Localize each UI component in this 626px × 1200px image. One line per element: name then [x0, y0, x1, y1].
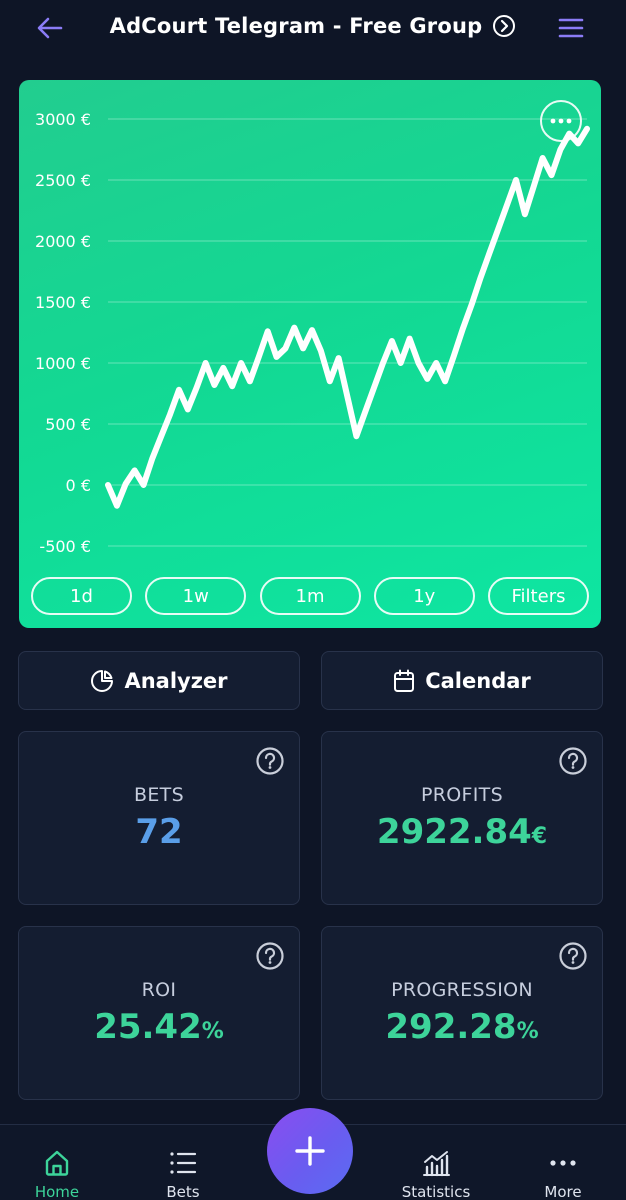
- y-tick-label: 1000 €: [35, 354, 91, 373]
- help-icon[interactable]: [558, 941, 588, 971]
- roi-value: 25.42%: [19, 1007, 299, 1047]
- y-tick-label: 2500 €: [35, 171, 91, 190]
- group-selector[interactable]: AdCourt Telegram - Free Group: [0, 14, 626, 38]
- list-icon: [170, 1152, 197, 1174]
- bets-stat-card: BETS 72: [18, 731, 300, 905]
- profits-value: 2922.84€: [322, 812, 602, 852]
- menu-button[interactable]: [556, 14, 586, 42]
- range-1m-button[interactable]: 1m: [259, 577, 361, 615]
- nav-bets-label: Bets: [166, 1183, 200, 1200]
- profits-unit: €: [531, 824, 548, 849]
- nav-statistics-label: Statistics: [401, 1183, 471, 1200]
- y-tick-label: 3000 €: [35, 110, 91, 129]
- y-tick-label: 500 €: [45, 415, 91, 434]
- nav-bets[interactable]: Bets: [128, 1125, 238, 1200]
- progression-value: 292.28%: [322, 1007, 602, 1047]
- chart-options-button[interactable]: [540, 100, 582, 142]
- progression-number: 292.28: [385, 1007, 517, 1047]
- profit-line-chart: 3000 € 2500 € 2000 € 1500 € 1000 € 500 € 0 € -5…: [35, 110, 590, 556]
- page-title: AdCourt Telegram - Free Group: [109, 14, 483, 38]
- y-tick-label: 0 €: [66, 476, 91, 495]
- help-icon[interactable]: [558, 746, 588, 776]
- nav-home[interactable]: Home: [2, 1125, 112, 1200]
- calendar-label: Calendar: [425, 668, 531, 693]
- stat-label: PROFITS: [421, 784, 503, 806]
- help-icon[interactable]: [255, 746, 285, 776]
- profit-chart-card: 3000 € 2500 € 2000 € 1500 € 1000 € 500 € 0 € -5…: [19, 80, 601, 628]
- stat-label: ROI: [141, 979, 177, 1001]
- y-tick-label: -500 €: [39, 537, 91, 556]
- stat-label: PROGRESSION: [391, 979, 533, 1001]
- range-1w-button[interactable]: 1w: [145, 577, 247, 615]
- progression-unit: %: [516, 1019, 539, 1044]
- home-icon: [45, 1150, 69, 1176]
- profit-series-line: [105, 125, 590, 509]
- nav-home-label: Home: [34, 1183, 80, 1200]
- plus-icon: [295, 1136, 325, 1166]
- roi-unit: %: [201, 1019, 224, 1044]
- more-horizontal-icon: [550, 1160, 576, 1166]
- add-bet-button[interactable]: [267, 1108, 353, 1194]
- range-1d-button[interactable]: 1d: [31, 577, 132, 615]
- more-horizontal-icon: [550, 118, 572, 124]
- bets-value: 72: [135, 812, 183, 852]
- profits-stat-card: PROFITS 2922.84€: [321, 731, 603, 905]
- help-icon[interactable]: [255, 941, 285, 971]
- filters-button[interactable]: Filters: [488, 577, 589, 615]
- analyzer-label: Analyzer: [124, 668, 228, 693]
- bar-chart-icon: [423, 1151, 450, 1177]
- y-tick-label: 2000 €: [35, 232, 91, 251]
- nav-more-label: More: [544, 1183, 582, 1200]
- y-tick-label: 1500 €: [35, 293, 91, 312]
- hamburger-menu-icon: [558, 18, 584, 38]
- time-range-selector: 1d 1w 1m 1y Filters: [31, 577, 589, 615]
- range-1y-button[interactable]: 1y: [373, 577, 475, 615]
- calendar-icon: [394, 669, 415, 692]
- roi-stat-card: ROI 25.42%: [18, 926, 300, 1100]
- analyzer-button[interactable]: Analyzer: [18, 651, 300, 710]
- roi-number: 25.42: [94, 1007, 202, 1047]
- pie-chart-icon: [91, 669, 114, 692]
- nav-more[interactable]: More: [508, 1125, 618, 1200]
- chevron-right-circle-icon: [493, 15, 516, 37]
- profits-number: 2922.84: [376, 812, 532, 852]
- progression-stat-card: PROGRESSION 292.28%: [321, 926, 603, 1100]
- app-header: AdCourt Telegram - Free Group: [0, 0, 626, 56]
- stat-label: BETS: [134, 784, 184, 806]
- nav-statistics[interactable]: Statistics: [381, 1125, 491, 1200]
- calendar-button[interactable]: Calendar: [321, 651, 603, 710]
